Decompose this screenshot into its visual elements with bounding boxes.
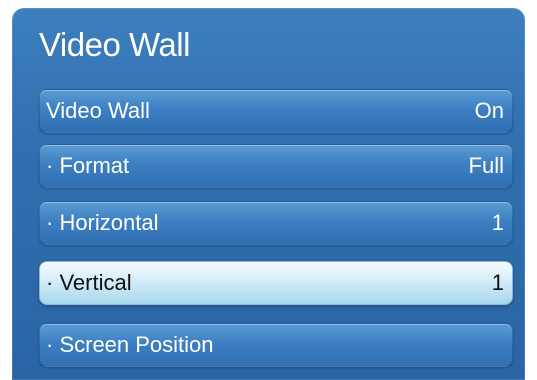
menu-item-screen-position[interactable]: · Screen Position [39,323,513,367]
panel-title: Video Wall [39,26,190,63]
menu-item-label: · Vertical [46,270,132,295]
menu-item-label: Video Wall [46,98,150,123]
menu-item-value: 1 [491,270,504,295]
menu-item-horizontal[interactable]: · Horizontal 1 [39,201,513,245]
menu-item-label: · Horizontal [46,210,159,235]
menu-item-vertical[interactable]: · Vertical 1 [39,261,513,305]
menu-item-video-wall[interactable]: Video Wall On [39,89,513,133]
menu-item-label: · Format [46,153,130,178]
menu-item-format[interactable]: · Format Full [39,144,513,188]
menu-item-label: · Screen Position [46,332,214,357]
menu-item-value: Full [468,153,504,178]
menu-item-value: 1 [491,210,504,235]
video-wall-panel: Video Wall Video Wall On · Format Full ·… [12,8,525,380]
menu-item-value: On [474,98,504,123]
